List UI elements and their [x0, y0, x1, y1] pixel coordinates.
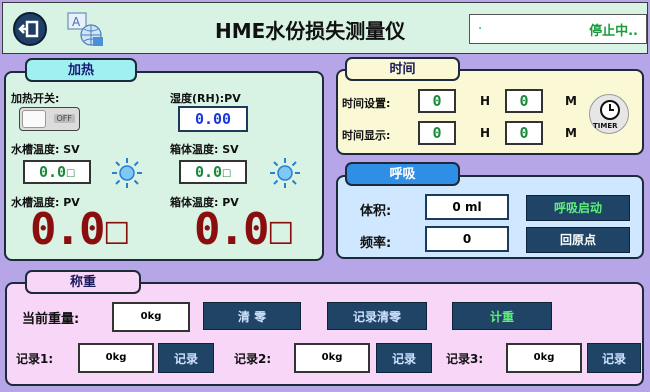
header-bar: A HME水份损失测量仪 . 停止中..: [2, 2, 648, 54]
record-1-button[interactable]: 记录: [158, 343, 214, 373]
display-minutes: 0: [505, 121, 543, 145]
timer-button[interactable]: TIMER: [589, 94, 629, 134]
back-button[interactable]: [13, 12, 47, 46]
timer-label: TIMER: [593, 122, 618, 130]
tank-pv-value: 0.0☐: [30, 204, 130, 255]
breath-start-button[interactable]: 呼吸启动: [526, 195, 630, 221]
home-button[interactable]: 回原点: [526, 227, 630, 253]
svg-text:A: A: [72, 15, 81, 29]
frequency-input[interactable]: 0: [425, 226, 509, 252]
time-display-label: 时间显示:: [342, 129, 391, 142]
record-2-label: 记录2:: [234, 352, 272, 366]
record-2-button[interactable]: 记录: [376, 343, 432, 373]
tank-sv-input[interactable]: 0.0☐: [23, 160, 91, 184]
exit-icon: [18, 20, 39, 38]
sun-icon: [270, 158, 300, 188]
minutes-unit: M: [565, 94, 577, 108]
weigh-tag: 称重: [25, 270, 141, 294]
status-text: 停止中..: [589, 24, 638, 39]
humidity-value: 0.00: [178, 106, 248, 132]
sun-icon: [112, 158, 142, 188]
heating-switch[interactable]: OFF: [19, 107, 80, 131]
record-1-label: 记录1:: [16, 352, 54, 366]
current-weight-value: 0kg: [112, 302, 190, 332]
record-clear-button[interactable]: 记录清零: [327, 302, 427, 330]
set-hours-input[interactable]: 0: [418, 89, 456, 113]
switch-state-label: OFF: [53, 114, 75, 123]
switch-knob: [22, 110, 46, 128]
record-1-value: 0kg: [78, 343, 154, 373]
hours-unit: H: [480, 94, 491, 108]
clock-icon: [600, 100, 620, 120]
record-2-value: 0kg: [294, 343, 370, 373]
clear-button[interactable]: 清 零: [203, 302, 301, 330]
box-sv-label: 箱体温度: SV: [170, 143, 239, 156]
record-3-value: 0kg: [506, 343, 582, 373]
tank-sv-label: 水槽温度: SV: [11, 143, 80, 156]
status-indicator: .: [478, 18, 483, 33]
current-weight-label: 当前重量:: [22, 312, 80, 327]
status-display: . 停止中..: [469, 14, 647, 44]
heating-tag: 加热: [25, 58, 137, 82]
display-hours: 0: [418, 121, 456, 145]
time-tag: 时间: [345, 57, 460, 81]
minutes-unit: M: [565, 126, 577, 140]
hours-unit: H: [480, 126, 491, 140]
weigh-button[interactable]: 计重: [452, 302, 552, 330]
frequency-label: 频率:: [360, 236, 392, 251]
language-button[interactable]: A: [65, 9, 105, 49]
volume-label: 体积:: [360, 204, 392, 219]
record-3-button[interactable]: 记录: [587, 343, 641, 373]
page-title: HME水份损失测量仪: [215, 19, 406, 43]
breath-tag: 呼吸: [345, 162, 460, 186]
translate-icon: A: [67, 12, 103, 46]
set-minutes-input[interactable]: 0: [505, 89, 543, 113]
box-sv-input[interactable]: 0.0☐: [179, 160, 247, 184]
time-set-label: 时间设置:: [342, 97, 391, 110]
box-pv-value: 0.0☐: [194, 204, 294, 255]
humidity-label: 湿度(RH):PV: [170, 92, 241, 105]
record-3-label: 记录3:: [446, 352, 484, 366]
heating-switch-label: 加热开关:: [11, 92, 60, 105]
volume-input[interactable]: 0 ml: [425, 194, 509, 220]
